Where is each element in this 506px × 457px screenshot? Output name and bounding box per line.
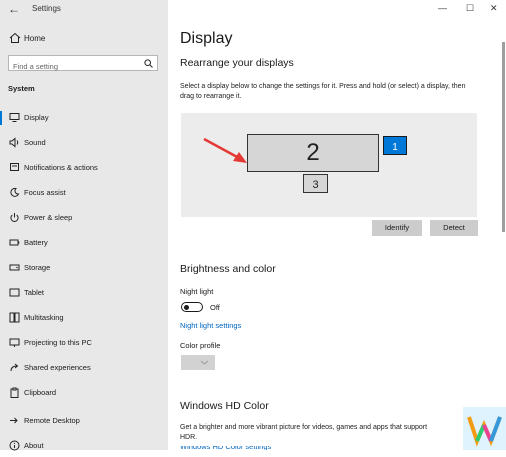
display-3-tile[interactable]: 3	[303, 174, 328, 193]
display-2-tile[interactable]: 2	[247, 134, 379, 172]
night-light-label: Night light	[180, 287, 214, 296]
hdr-description: Get a brighter and more vibrant picture …	[180, 424, 428, 441]
projector-icon	[9, 338, 20, 347]
monitor-icon	[9, 113, 20, 122]
sidebar-item-multitasking[interactable]: Multitasking	[0, 307, 168, 329]
sidebar-item-label: Storage	[24, 263, 51, 272]
minimize-button[interactable]: —	[438, 3, 447, 13]
main-panel: — ☐ ✕ Display Rearrange your displays Se…	[168, 0, 506, 450]
display-number: 2	[306, 139, 320, 166]
red-arrow-icon	[203, 137, 247, 163]
section-heading-hdr: Windows HD Color	[180, 400, 269, 412]
search-icon[interactable]	[144, 59, 153, 68]
night-light-state: Off	[210, 303, 220, 312]
sidebar-item-storage[interactable]: Storage	[0, 257, 168, 279]
sidebar-item-label: About	[24, 441, 44, 450]
sidebar-item-label: Display	[24, 113, 49, 122]
speaker-icon	[9, 137, 19, 148]
sidebar-item-shared-experiences[interactable]: Shared experiences	[0, 357, 168, 379]
sidebar-item-about[interactable]: About	[0, 435, 168, 457]
search-field[interactable]	[8, 55, 158, 74]
sidebar-item-battery[interactable]: Battery	[0, 232, 168, 254]
sidebar-item-home[interactable]: Home	[0, 30, 168, 48]
identify-button[interactable]: Identify	[372, 220, 422, 236]
notification-icon	[10, 163, 19, 171]
detect-button[interactable]: Detect	[430, 220, 478, 236]
toggle-knob	[184, 304, 189, 310]
active-indicator	[0, 111, 2, 125]
info-icon	[9, 440, 20, 451]
sidebar-item-projecting[interactable]: Projecting to this PC	[0, 332, 168, 354]
watermark-logo	[463, 407, 506, 450]
section-heading-brightness: Brightness and color	[180, 263, 276, 275]
sidebar-item-label: Tablet	[24, 288, 45, 297]
storage-icon	[9, 264, 20, 271]
sidebar-item-label: Notifications & actions	[24, 163, 98, 172]
share-icon	[10, 363, 19, 372]
title-bar: ← Settings	[0, 0, 168, 20]
rearrange-description: Select a display below to change the set…	[180, 83, 466, 100]
clipboard-icon	[10, 387, 19, 398]
home-icon	[9, 32, 21, 43]
tablet-icon	[9, 288, 20, 297]
app-title: Settings	[32, 4, 61, 13]
sidebar-item-label: Battery	[24, 238, 48, 247]
remote-desktop-icon	[10, 417, 18, 424]
sidebar-item-label: Focus assist	[24, 188, 66, 197]
sidebar-item-label: Home	[24, 34, 46, 43]
display-arrangement-area[interactable]: 2 1 3	[181, 113, 477, 217]
display-number: 1	[392, 142, 398, 153]
power-icon	[10, 213, 19, 222]
sidebar-item-label: Multitasking	[24, 313, 64, 322]
sidebar-item-label: Projecting to this PC	[24, 338, 92, 347]
multitasking-icon	[9, 312, 20, 323]
display-number: 3	[312, 179, 319, 191]
sidebar-item-label: Shared experiences	[24, 363, 91, 372]
maximize-button[interactable]: ☐	[466, 3, 474, 14]
sidebar-item-clipboard[interactable]: Clipboard	[0, 382, 168, 404]
section-heading-rearrange: Rearrange your displays	[180, 57, 294, 69]
page-title: Display	[180, 30, 233, 47]
w-logo-icon	[467, 416, 502, 447]
color-profile-label: Color profile	[180, 341, 221, 350]
sidebar-item-sound[interactable]: Sound	[0, 132, 168, 154]
close-button[interactable]: ✕	[490, 3, 498, 14]
moon-icon	[10, 187, 20, 197]
color-profile-dropdown[interactable]	[181, 355, 215, 370]
display-1-tile[interactable]: 1	[383, 136, 407, 155]
sidebar: ← Settings Home System Display Sound Not…	[0, 0, 168, 451]
sidebar-item-tablet[interactable]: Tablet	[0, 282, 168, 304]
night-light-toggle[interactable]	[181, 302, 203, 312]
sidebar-item-label: Power & sleep	[24, 213, 73, 222]
back-arrow-icon[interactable]: ←	[8, 2, 20, 16]
battery-icon	[9, 239, 20, 246]
hdr-settings-link[interactable]: Windows HD Color settings	[180, 446, 271, 450]
chevron-down-icon	[200, 360, 209, 365]
search-input[interactable]	[9, 59, 141, 74]
scrollbar[interactable]	[502, 42, 505, 232]
night-light-settings-link[interactable]: Night light settings	[180, 321, 241, 330]
sidebar-item-label: Clipboard	[24, 388, 57, 397]
sidebar-item-label: Sound	[24, 138, 46, 147]
sidebar-item-display[interactable]: Display	[0, 107, 168, 129]
section-label-system: System	[8, 84, 35, 93]
sidebar-item-remote-desktop[interactable]: Remote Desktop	[0, 410, 168, 432]
sidebar-item-power-sleep[interactable]: Power & sleep	[0, 207, 168, 229]
sidebar-item-label: Remote Desktop	[24, 416, 80, 425]
sidebar-item-focus-assist[interactable]: Focus assist	[0, 182, 168, 204]
sidebar-item-notifications[interactable]: Notifications & actions	[0, 157, 168, 179]
